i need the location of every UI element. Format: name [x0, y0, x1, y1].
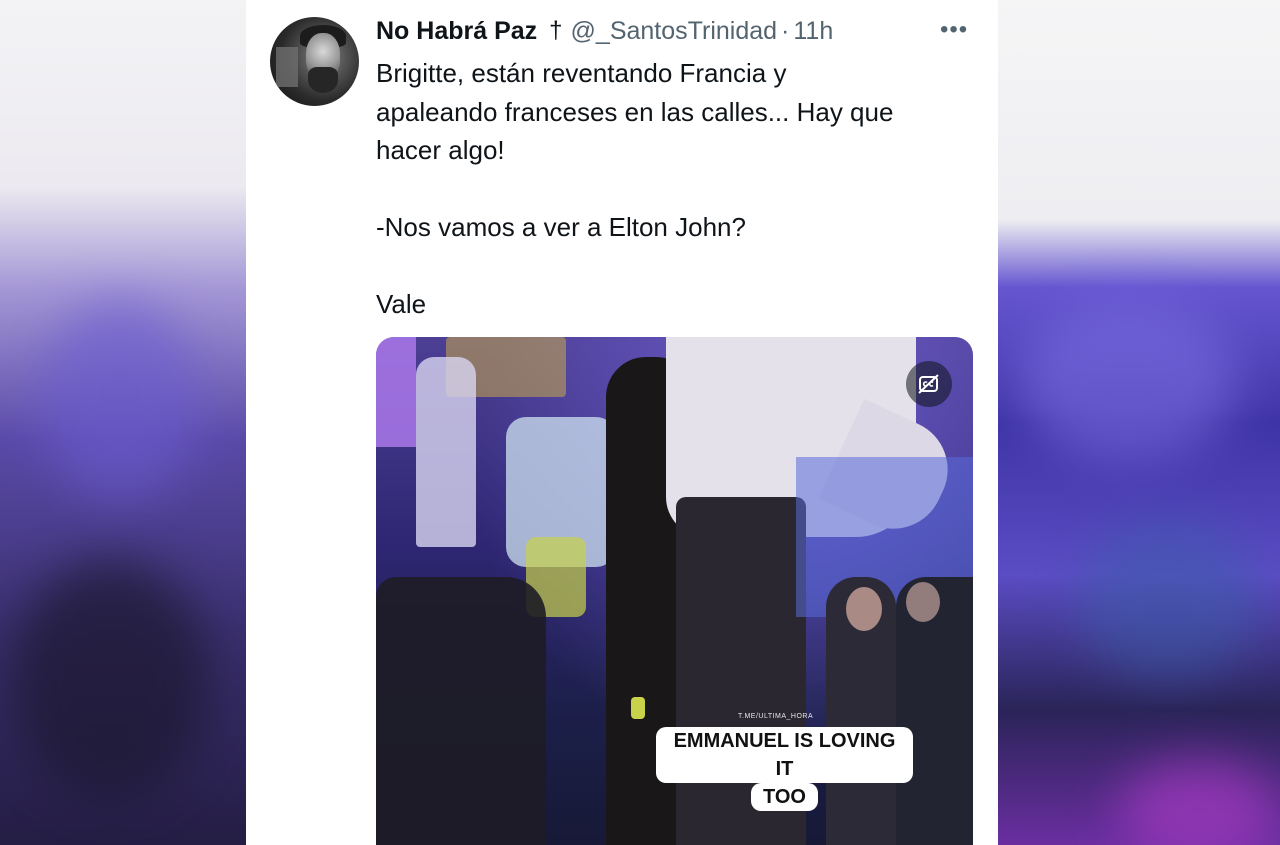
tweet-video[interactable]: T.ME/ULTIMA_HORA EMMANUEL IS LOVING IT T…: [376, 337, 973, 845]
timestamp[interactable]: 11h: [793, 17, 833, 46]
user-handle[interactable]: @_SantosTrinidad: [571, 17, 778, 46]
display-name[interactable]: No Habrá Paz: [376, 17, 537, 46]
tweet-header: No Habrá Paz † @_SantosTrinidad · 11h: [376, 14, 833, 48]
video-caption: EMMANUEL IS LOVING IT TOO: [656, 727, 913, 811]
caption-line-1: EMMANUEL IS LOVING IT: [656, 727, 913, 783]
more-horizontal-icon[interactable]: •••: [940, 18, 968, 42]
tweet-card[interactable]: No Habrá Paz † @_SantosTrinidad · 11h ••…: [246, 0, 998, 845]
blurred-background-right: [998, 0, 1280, 845]
avatar[interactable]: [270, 17, 359, 106]
blurred-background-left: [0, 0, 246, 845]
video-watermark: T.ME/ULTIMA_HORA: [738, 713, 814, 720]
captions-off-icon[interactable]: [906, 361, 952, 407]
separator-dot: ·: [781, 16, 790, 45]
caption-line-2: TOO: [751, 783, 818, 811]
cross-badge: †: [549, 17, 563, 44]
tweet-text: Brigitte, están reventando Francia y apa…: [376, 58, 894, 319]
